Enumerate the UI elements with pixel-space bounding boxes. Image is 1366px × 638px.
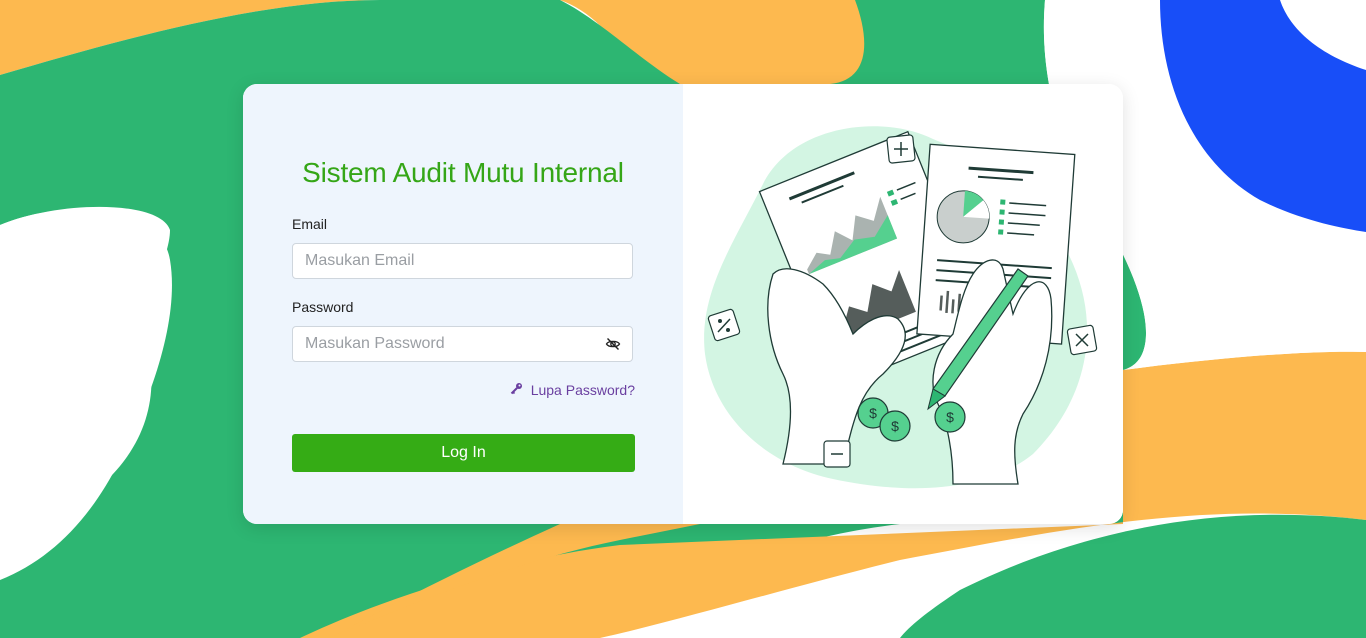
eye-off-icon[interactable] bbox=[605, 336, 621, 352]
key-icon bbox=[510, 382, 523, 398]
login-card: Sistem Audit Mutu Internal Email Passwor… bbox=[243, 84, 1123, 524]
login-button[interactable]: Log In bbox=[292, 434, 635, 472]
svg-text:$: $ bbox=[946, 409, 954, 425]
email-input[interactable] bbox=[292, 243, 633, 279]
password-input[interactable] bbox=[292, 326, 633, 362]
illustration-panel: $ $ $ bbox=[683, 84, 1123, 524]
forgot-password-link[interactable]: Lupa Password? bbox=[510, 382, 635, 398]
page-title: Sistem Audit Mutu Internal bbox=[302, 157, 624, 188]
login-form-panel: Sistem Audit Mutu Internal Email Passwor… bbox=[243, 84, 683, 524]
svg-text:$: $ bbox=[891, 418, 899, 434]
audit-illustration: $ $ $ bbox=[704, 126, 1098, 489]
svg-text:$: $ bbox=[869, 405, 877, 421]
email-label: Email bbox=[292, 216, 328, 232]
password-label: Password bbox=[292, 299, 354, 315]
forgot-password-label: Lupa Password? bbox=[530, 382, 635, 398]
